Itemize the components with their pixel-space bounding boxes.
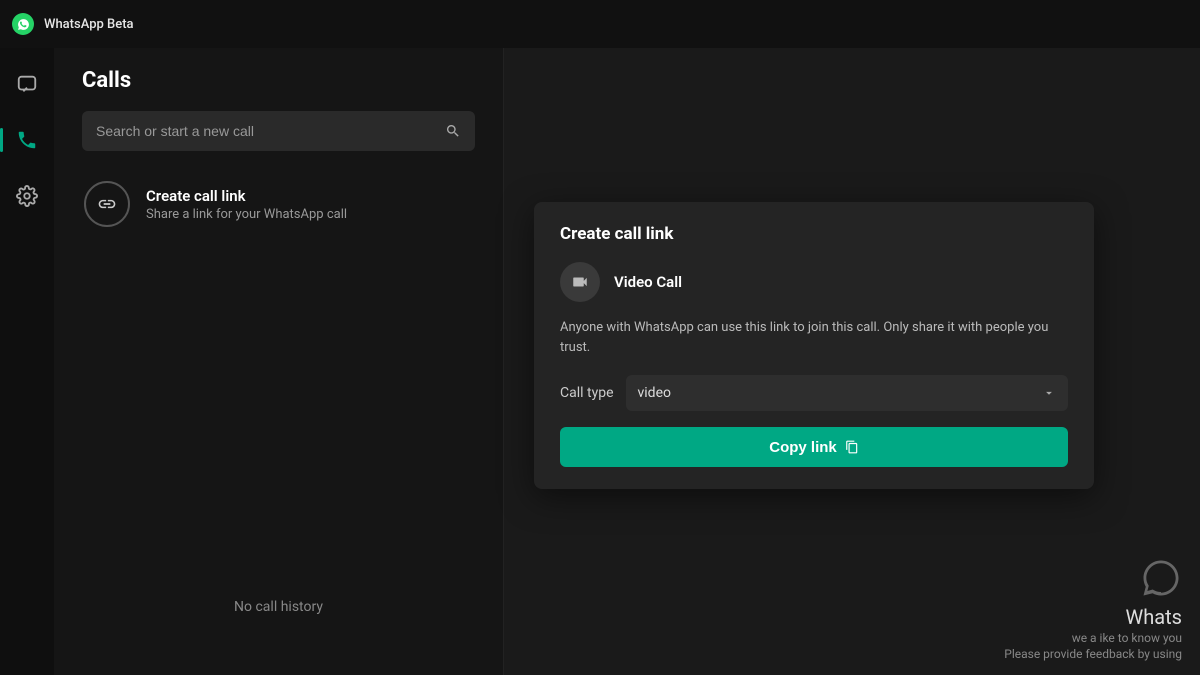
feedback-line1: we a ike to know you [1004,631,1182,645]
call-type-select[interactable]: video [626,375,1069,411]
calls-panel: Calls Create call link Share a link for … [54,48,504,675]
call-type-label: Call type [560,385,614,401]
whatsapp-logo-icon [12,13,34,35]
call-type-display: Video Call [560,262,1068,302]
create-call-link-row[interactable]: Create call link Share a link for your W… [82,173,475,235]
nav-rail [0,48,54,675]
dialog-title: Create call link [560,224,1068,244]
create-link-subtitle: Share a link for your WhatsApp call [146,207,347,222]
search-icon [445,123,461,139]
app-title: WhatsApp Beta [44,17,134,32]
right-panel: Create call link Video Call Anyone with … [504,48,1200,675]
search-input[interactable] [96,123,445,139]
nav-settings-icon[interactable] [11,180,43,212]
chevron-down-icon [1042,386,1056,400]
copy-icon [845,440,859,454]
video-icon [560,262,600,302]
page-title: Calls [82,68,475,93]
dialog-info-text: Anyone with WhatsApp can use this link t… [560,318,1068,357]
feedback-line2: Please provide feedback by using [1004,647,1182,661]
create-link-title: Create call link [146,187,347,205]
create-call-link-dialog: Create call link Video Call Anyone with … [534,202,1094,489]
call-type-value: video [638,385,672,401]
search-box[interactable] [82,111,475,151]
feedback-block: Whats we a ike to know you Please provid… [1004,557,1182,661]
copy-link-button[interactable]: Copy link [560,427,1068,467]
copy-link-label: Copy link [769,439,837,456]
call-type-name: Video Call [614,273,682,291]
feedback-brand: Whats [1004,605,1182,629]
whatsapp-outline-icon [1004,557,1182,599]
nav-calls-icon[interactable] [11,124,43,156]
link-icon [84,181,130,227]
no-call-history-label: No call history [82,599,475,655]
nav-chats-icon[interactable] [11,68,43,100]
title-bar: WhatsApp Beta [0,0,1200,48]
